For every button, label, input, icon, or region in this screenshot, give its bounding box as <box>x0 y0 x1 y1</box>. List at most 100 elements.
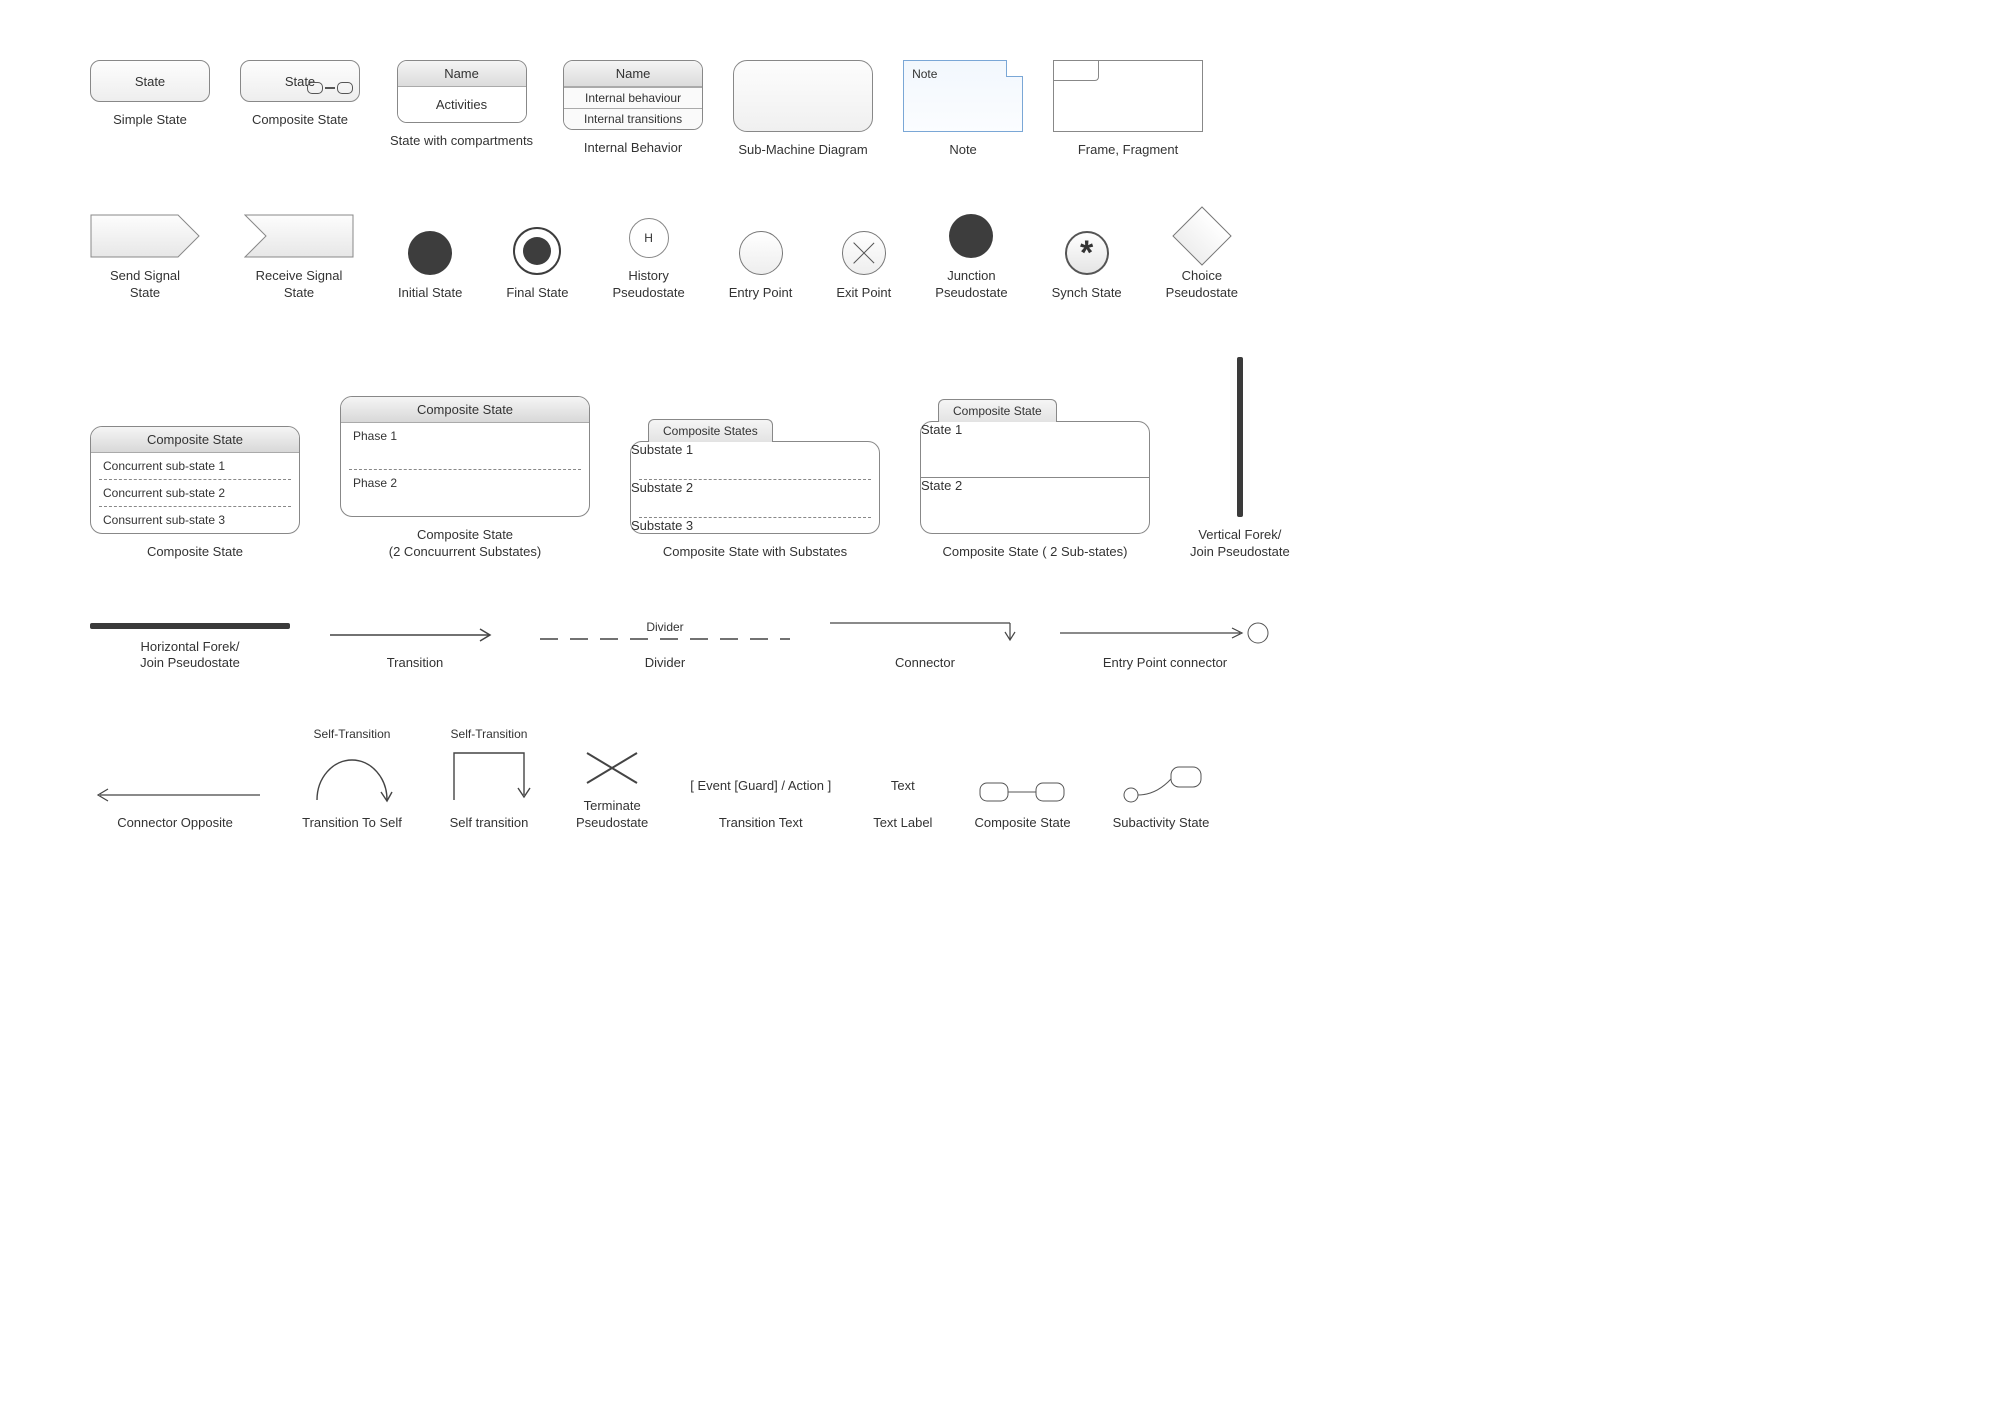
comp-2sub-r1: State 1 <box>921 422 1149 477</box>
composite-state-shape: State <box>240 60 360 102</box>
row-5: Connector Opposite Self-Transition Trans… <box>90 727 1912 832</box>
composite-3regions: Composite State Concurrent sub-state 1 C… <box>90 426 300 561</box>
synch-text: * <box>1080 236 1093 270</box>
text-label: Text Text Label <box>873 765 932 832</box>
frame-caption: Frame, Fragment <box>1078 142 1178 159</box>
receive-signal-caption: Receive Signal State <box>256 268 343 302</box>
compartments-body: Activities <box>398 87 526 122</box>
comp3-r1: Concurrent sub-state 1 <box>91 453 299 479</box>
simple-state: State Simple State <box>90 60 210 129</box>
note-caption: Note <box>949 142 976 159</box>
row-2: Send Signal State Receive Signal State I… <box>90 214 1912 302</box>
composite-2regions: Composite State Phase 1 Phase 2 Composit… <box>340 396 590 561</box>
frame: Frame, Fragment <box>1053 60 1203 159</box>
vertical-fork-caption: Vertical Forek/ Join Pseudostate <box>1190 527 1290 561</box>
send-signal-caption: Send Signal State <box>110 268 180 302</box>
transition-to-self: Self-Transition Transition To Self <box>302 727 402 832</box>
vertical-fork: Vertical Forek/ Join Pseudostate <box>1190 357 1290 561</box>
initial-state-icon <box>408 231 452 275</box>
submachine-shape <box>733 60 873 132</box>
transition-text-caption: Transition Text <box>719 815 803 832</box>
connector-icon <box>830 615 1020 645</box>
horizontal-fork-caption: Horizontal Forek/ Join Pseudostate <box>140 639 240 673</box>
connector-opposite-caption: Connector Opposite <box>117 815 233 832</box>
transition-text: [ Event [Guard] / Action ] Transition Te… <box>690 765 831 832</box>
internal-behavior-r1: Internal behaviour <box>564 87 702 108</box>
horizontal-fork: Horizontal Forek/ Join Pseudostate <box>90 623 290 673</box>
divider-caption: Divider <box>645 655 685 672</box>
row-1: State Simple State State Composite State… <box>90 60 1912 159</box>
simple-state-caption: Simple State <box>113 112 187 129</box>
entry-point-connector: Entry Point connector <box>1060 621 1270 672</box>
self-transition-arc-icon <box>302 745 402 805</box>
divider-icon: Divider <box>540 621 790 645</box>
entry-point: Entry Point <box>729 231 793 302</box>
composite-with-substates: Composite States Substate 1 Substate 2 S… <box>630 419 880 561</box>
entry-point-connector-icon <box>1060 621 1270 645</box>
vertical-fork-icon <box>1237 357 1243 517</box>
exit-point-icon <box>842 231 886 275</box>
submachine: Sub-Machine Diagram <box>733 60 873 159</box>
entry-point-connector-caption: Entry Point connector <box>1103 655 1227 672</box>
note: Note Note <box>903 60 1023 159</box>
compartments-caption: State with compartments <box>390 133 533 150</box>
comp-2sub-tab: Composite State <box>938 399 1057 422</box>
choice-pseudostate: Choice Pseudostate <box>1166 214 1238 302</box>
composite-mini-caption: Composite State <box>974 815 1070 832</box>
synch-caption: Synch State <box>1052 285 1122 302</box>
horizontal-fork-icon <box>90 623 290 629</box>
row-3: Composite State Concurrent sub-state 1 C… <box>90 357 1912 561</box>
final-state: Final State <box>506 227 568 302</box>
compartments-head: Name <box>398 61 526 87</box>
composite-state-caption: Composite State <box>252 112 348 129</box>
entry-point-caption: Entry Point <box>729 285 793 302</box>
final-state-caption: Final State <box>506 285 568 302</box>
comp-sub-r1: Substate 1 <box>631 442 879 479</box>
comp-sub-body: Substate 1 Substate 2 Substate 3 <box>630 441 880 534</box>
simple-state-shape: State <box>90 60 210 102</box>
row-4: Horizontal Forek/ Join Pseudostate Trans… <box>90 615 1912 672</box>
comp-sub-r3: Substate 3 <box>631 518 879 533</box>
self-transition-label-1: Self-Transition <box>314 727 391 741</box>
comp-2sub-caption: Composite State ( 2 Sub-states) <box>943 544 1128 561</box>
final-state-icon <box>513 227 561 275</box>
comp3-head: Composite State <box>91 427 299 453</box>
junction-pseudostate: Junction Pseudostate <box>935 214 1007 302</box>
exit-point: Exit Point <box>836 231 891 302</box>
composite-glasses-icon <box>307 82 353 97</box>
subactivity-icon <box>1116 765 1206 805</box>
composite-3-shape: Composite State Concurrent sub-state 1 C… <box>90 426 300 534</box>
comp2-r2: Phase 2 <box>341 470 589 516</box>
composite-2-substates: Composite State State 1 State 2 Composit… <box>920 399 1150 561</box>
comp3-caption: Composite State <box>147 544 243 561</box>
choice-icon <box>1172 206 1231 265</box>
send-signal-icon <box>90 214 200 258</box>
initial-state: Initial State <box>398 231 462 302</box>
connector-caption: Connector <box>895 655 955 672</box>
history-pseudostate: H History Pseudostate <box>612 218 684 302</box>
frame-shape <box>1053 60 1203 132</box>
transition: Transition <box>330 625 500 672</box>
initial-state-caption: Initial State <box>398 285 462 302</box>
comp-2sub-r2: State 2 <box>921 478 1149 533</box>
composite-2-shape: Composite State Phase 1 Phase 2 <box>340 396 590 517</box>
history-icon: H <box>629 218 669 258</box>
terminate-icon <box>582 748 642 788</box>
history-text: H <box>644 231 653 245</box>
internal-behavior-head: Name <box>564 61 702 87</box>
text-label-caption: Text Label <box>873 815 932 832</box>
internal-behavior: Name Internal behaviour Internal transit… <box>563 60 703 157</box>
junction-caption: Junction Pseudostate <box>935 268 1007 302</box>
terminate-caption: Terminate Pseudostate <box>576 798 648 832</box>
history-caption: History Pseudostate <box>612 268 684 302</box>
note-text: Note <box>912 67 937 81</box>
connector-opposite: Connector Opposite <box>90 785 260 832</box>
entry-point-icon <box>739 231 783 275</box>
submachine-caption: Sub-Machine Diagram <box>738 142 867 159</box>
text-label-value: Text <box>891 765 915 805</box>
comp-sub-caption: Composite State with Substates <box>663 544 847 561</box>
receive-signal-icon <box>244 214 354 258</box>
internal-behavior-shape: Name Internal behaviour Internal transit… <box>563 60 703 130</box>
composite-mini-icon <box>978 775 1068 805</box>
subactivity-state: Subactivity State <box>1113 765 1210 832</box>
